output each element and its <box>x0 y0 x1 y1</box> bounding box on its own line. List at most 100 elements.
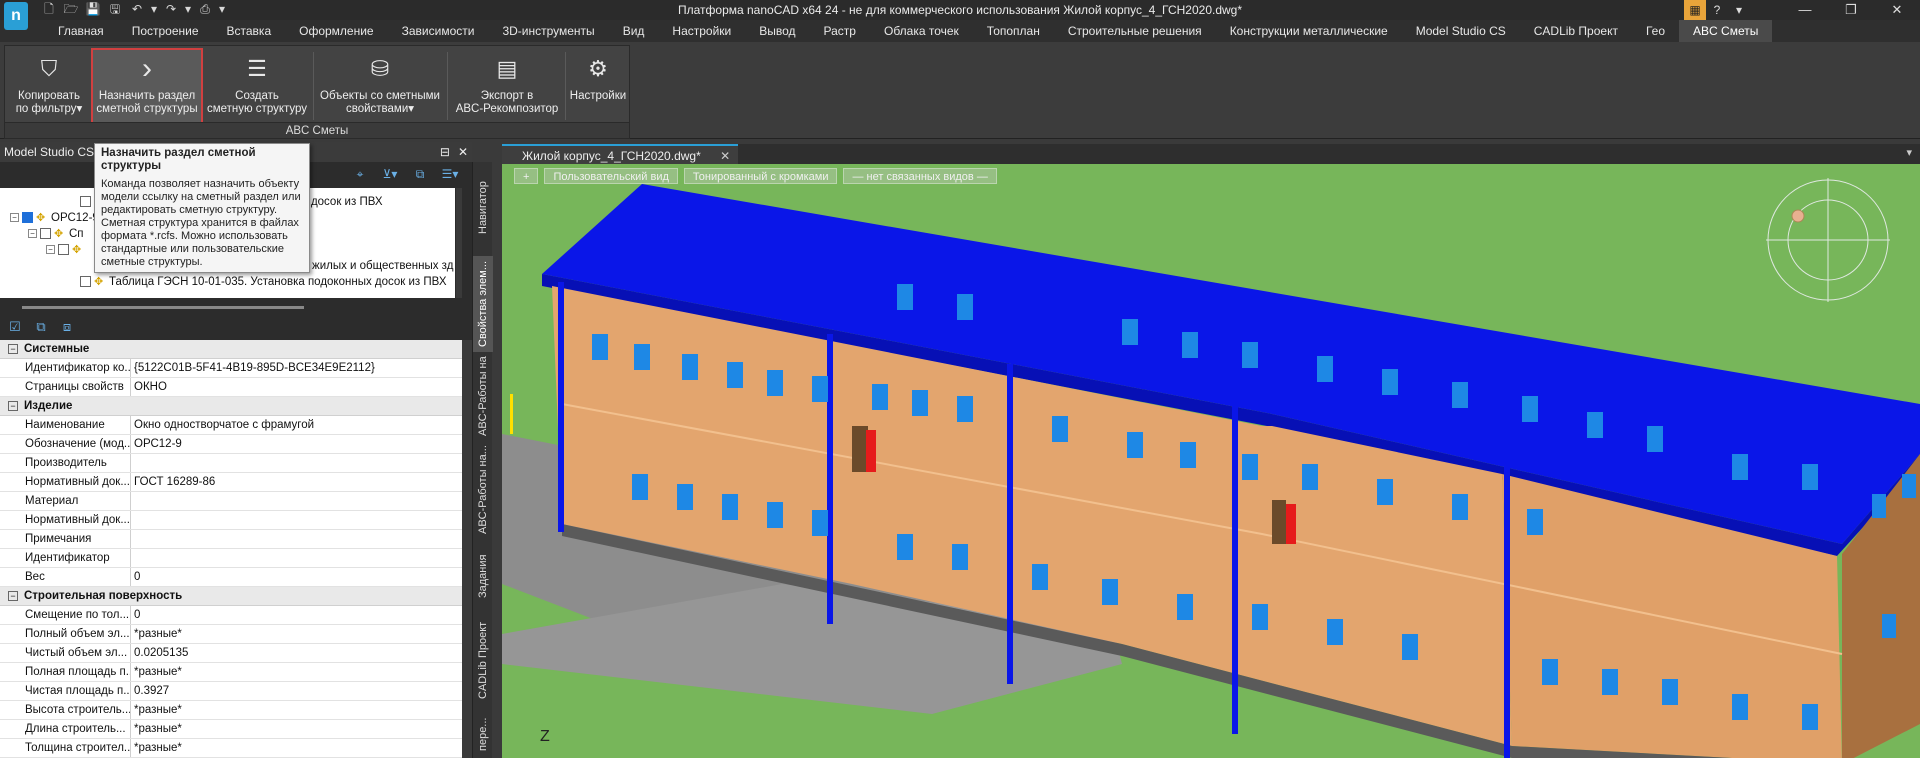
print-icon[interactable]: ⎙ <box>196 1 214 18</box>
property-row[interactable]: Чистая площадь п... 0.3927 <box>0 682 462 701</box>
close-button[interactable]: ✕ <box>1874 0 1920 20</box>
property-row[interactable]: Длина строитель... *разные* <box>0 720 462 739</box>
property-category[interactable]: − Системные <box>0 340 462 359</box>
select-objects-icon[interactable]: ⧉ <box>410 164 430 184</box>
property-value[interactable]: *разные* <box>131 625 462 643</box>
property-value[interactable]: *разные* <box>131 720 462 738</box>
undo-icon[interactable]: ↶ <box>128 1 146 18</box>
property-value[interactable] <box>131 549 462 567</box>
locate-icon[interactable]: ⌖ <box>350 164 370 184</box>
help-icon[interactable]: ? <box>1706 0 1728 20</box>
property-value[interactable] <box>131 511 462 529</box>
assign-section-button[interactable]: › Назначить раздел сметной структуры <box>91 48 203 124</box>
save-icon[interactable]: 💾 <box>84 1 102 18</box>
ribbon-tab-topoplan[interactable]: Топоплан <box>973 20 1054 42</box>
view-selector[interactable]: Пользовательский вид <box>544 168 678 184</box>
side-tab-tasks[interactable]: Задания <box>473 542 493 610</box>
close-icon[interactable]: ✕ <box>720 149 730 163</box>
ribbon-tab-home[interactable]: Главная <box>44 20 118 42</box>
property-row[interactable]: Смещение по тол... 0 <box>0 606 462 625</box>
property-value[interactable]: 0.3927 <box>131 682 462 700</box>
property-row[interactable]: Полный объем эл... *разные* <box>0 625 462 644</box>
ribbon-tab-cadlib[interactable]: CADLib Проект <box>1520 20 1632 42</box>
tree-item[interactable]: ✥ Таблица ГЭСН 10-01-035. Установка подок… <box>80 274 447 290</box>
property-row[interactable]: Чистый объем эл... 0.0205135 <box>0 644 462 663</box>
ribbon-tab-geo[interactable]: Гео <box>1632 20 1679 42</box>
property-value[interactable]: ОКНО <box>131 378 462 396</box>
app-menu-icon[interactable]: ▦ <box>1684 0 1706 20</box>
property-value[interactable]: *разные* <box>131 663 462 681</box>
filter-icon[interactable]: ⊻▾ <box>376 164 404 184</box>
linked-views-selector[interactable]: — нет связанных видов — <box>843 168 997 184</box>
new-file-icon[interactable]: 🗋 <box>40 1 58 18</box>
property-row[interactable]: Наименование Окно одностворчатое с фрамуг… <box>0 416 462 435</box>
property-row[interactable]: Обозначение (мод... ОРС12-9 <box>0 435 462 454</box>
property-value[interactable] <box>131 530 462 548</box>
ribbon-tab-point-clouds[interactable]: Облака точек <box>870 20 973 42</box>
ribbon-tab-insert[interactable]: Вставка <box>213 20 286 42</box>
tree-item[interactable]: − ✥ Сп <box>28 226 84 242</box>
ribbon-tab-format[interactable]: Оформление <box>285 20 387 42</box>
ribbon-tab-view[interactable]: Вид <box>609 20 659 42</box>
tree-checkbox[interactable] <box>40 228 51 240</box>
qat-more-icon[interactable]: ▾ <box>218 1 226 18</box>
open-folder-icon[interactable]: 🗁 <box>62 1 80 18</box>
tree-checkbox[interactable] <box>22 212 33 224</box>
property-value[interactable]: ОРС12-9 <box>131 435 462 453</box>
property-row[interactable]: Производитель <box>0 454 462 473</box>
ribbon-tab-output[interactable]: Вывод <box>745 20 809 42</box>
property-row[interactable]: Примечания <box>0 530 462 549</box>
copy-by-filter-button[interactable]: ⛉ Копировать по фильтру▾ <box>9 50 89 122</box>
duplicate-icon[interactable]: ⧈ <box>58 318 76 336</box>
side-tab-navigator[interactable]: Навигатор <box>473 162 493 254</box>
list-view-icon[interactable]: ☰▾ <box>436 164 464 184</box>
side-tab-more[interactable]: пере... <box>473 710 493 758</box>
maximize-button[interactable]: ❐ <box>1828 0 1874 20</box>
collapse-icon[interactable]: − <box>46 245 55 255</box>
property-value[interactable]: *разные* <box>131 739 462 757</box>
property-row[interactable]: Нормативный док... <box>0 511 462 530</box>
ribbon-tab-building[interactable]: Строительные решения <box>1054 20 1216 42</box>
property-value[interactable]: 0 <box>131 606 462 624</box>
minimize-button[interactable]: — <box>1782 0 1828 20</box>
property-row[interactable]: Высота строитель... *разные* <box>0 701 462 720</box>
property-category[interactable]: − Строительная поверхность <box>0 587 462 606</box>
ribbon-tab-constraints[interactable]: Зависимости <box>388 20 489 42</box>
tree-item[interactable]: − ✥ <box>46 242 87 258</box>
tree-checkbox[interactable] <box>80 276 91 288</box>
property-row[interactable]: Идентификатор <box>0 549 462 568</box>
tree-item[interactable]: − ✥ ОРС12-9 <box>10 210 99 226</box>
collapse-icon[interactable]: − <box>8 401 18 411</box>
navigation-compass[interactable] <box>1748 178 1908 308</box>
property-row[interactable]: Страницы свойств ОКНО <box>0 378 462 397</box>
property-row[interactable]: Идентификатор ко... {5122C01B-5F41-4B19-8… <box>0 359 462 378</box>
side-tab-element-properties[interactable]: Свойства элем... <box>473 256 493 352</box>
app-logo[interactable]: n <box>4 2 28 30</box>
side-tab-cadlib[interactable]: CADLib Проект <box>473 612 493 708</box>
collapse-icon[interactable]: − <box>8 591 18 601</box>
property-value[interactable]: ГОСТ 16289-86 <box>131 473 462 491</box>
tree-horizontal-scrollbar[interactable] <box>22 306 304 309</box>
pin-icon[interactable]: ⊟ <box>440 142 450 162</box>
side-tab-abc-works-1[interactable]: ABC-Работы на <box>473 354 493 438</box>
visual-style-selector[interactable]: Тонированный с кромками <box>683 168 838 184</box>
objects-with-estimate-button[interactable]: ⛁ Объекты со сметными свойствами▾ <box>317 50 443 122</box>
property-row[interactable]: Полная площадь п... *разные* <box>0 663 462 682</box>
property-row[interactable]: Вес 0 <box>0 568 462 587</box>
property-value[interactable]: Окно одностворчатое с фрамугой <box>131 416 462 434</box>
create-structure-button[interactable]: ☰ Создать сметную структуру <box>205 50 309 122</box>
side-tab-abc-works-2[interactable]: ABC-Работы на... <box>473 440 493 540</box>
tree-item[interactable]: жилых и общественных зд <box>312 258 453 274</box>
property-value[interactable]: 0.0205135 <box>131 644 462 662</box>
ribbon-tab-build[interactable]: Построение <box>118 20 213 42</box>
help-dropdown-icon[interactable]: ▾ <box>1728 0 1750 20</box>
tree-scrollbar[interactable] <box>456 188 462 298</box>
export-recomposer-button[interactable]: ▤ Экспорт в ABC-Рекомпозитор <box>451 50 563 122</box>
property-row[interactable]: Толщина строител... *разные* <box>0 739 462 758</box>
ribbon-tab-3d-tools[interactable]: 3D-инструменты <box>488 20 608 42</box>
save-as-icon[interactable]: 🖫 <box>106 1 124 18</box>
settings-button[interactable]: ⚙ Настройки <box>567 50 629 122</box>
undo-dropdown-icon[interactable]: ▾ <box>150 1 158 18</box>
redo-dropdown-icon[interactable]: ▾ <box>184 1 192 18</box>
property-category[interactable]: − Изделие <box>0 397 462 416</box>
